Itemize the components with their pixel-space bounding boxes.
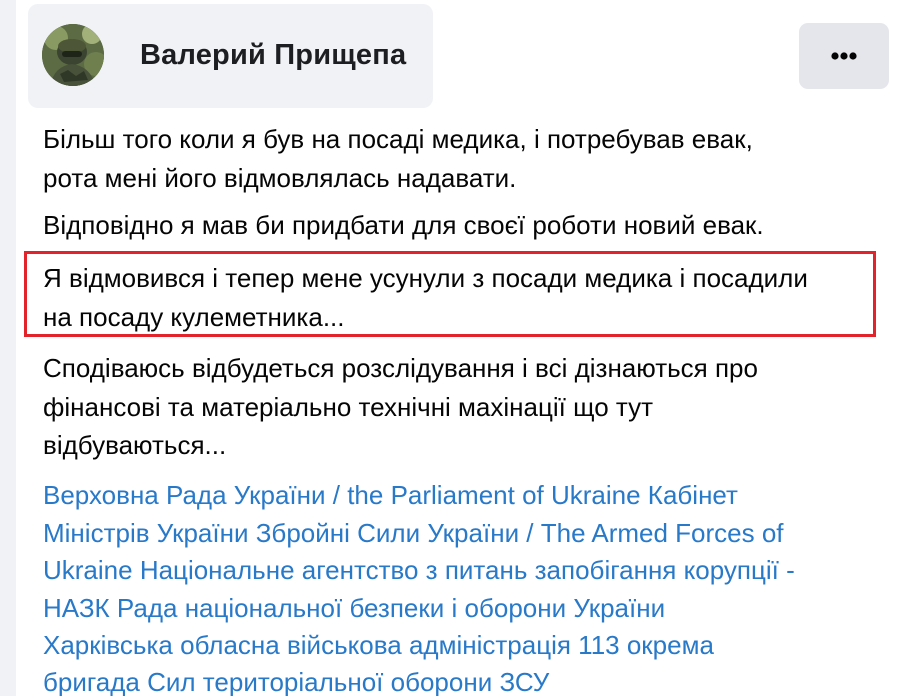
avatar-photo (42, 24, 104, 86)
author-avatar[interactable] (42, 24, 104, 86)
post-text-line: Сподіваюсь відбудеться розслідування і в… (43, 353, 758, 383)
more-options-button[interactable] (799, 23, 889, 89)
post-text-line: відбуваються... (43, 430, 227, 460)
tag-link-line[interactable]: Харківська обласна військова адміністрац… (43, 626, 714, 664)
post-text-line: на посаду кулеметника... (43, 302, 345, 332)
more-horizontal-icon (831, 52, 857, 60)
post-text-line: рота мені його відмовлялась надавати. (43, 163, 517, 193)
post-header: Валерий Прищепа (28, 4, 433, 108)
tag-link-line[interactable]: Ukraine Національне агентство з питань з… (43, 551, 795, 589)
post-text-line: фінансові та матеріально технічні махіна… (43, 392, 653, 422)
author-name[interactable]: Валерий Прищепа (140, 39, 406, 72)
tag-link-line[interactable]: Верховна Рада України / the Parliament o… (43, 476, 738, 514)
tag-link-line[interactable]: бригада Сил територіальної оборони ЗСУ (43, 663, 549, 696)
tag-link-line[interactable]: Міністрів України Збройні Сили України /… (43, 514, 784, 552)
post-text-line: Відповідно я мав би придбати для своєї р… (43, 210, 764, 240)
post-text-line: Я відмовився і тепер мене усунули з поса… (43, 263, 808, 293)
post-text-line: Більш того коли я був на посаді медика, … (43, 124, 753, 154)
tag-link-line[interactable]: НАЗК Рада національної безпеки і оборони… (43, 589, 665, 627)
